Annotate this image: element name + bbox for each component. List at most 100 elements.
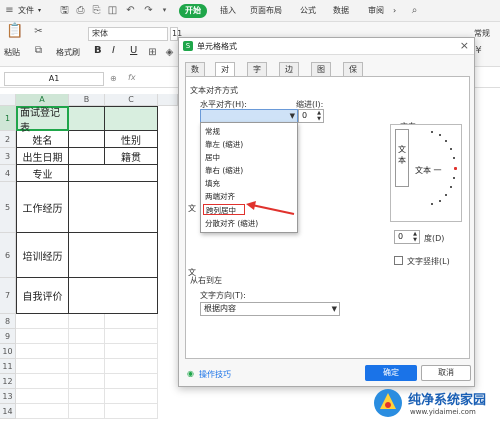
empty-cell[interactable] xyxy=(105,404,158,419)
empty-cell[interactable] xyxy=(16,374,69,389)
tips-icon[interactable]: ◉ xyxy=(187,369,194,378)
row-header-10[interactable]: 10 xyxy=(0,344,16,359)
cell-b6[interactable] xyxy=(69,233,158,278)
empty-cell[interactable] xyxy=(105,344,158,359)
option-left-indent[interactable]: 靠左 (缩进) xyxy=(203,139,295,150)
empty-cell[interactable] xyxy=(16,344,69,359)
tab-number[interactable]: 数字 xyxy=(185,62,205,87)
row-header-7[interactable]: 7 xyxy=(0,278,16,314)
text-direction-select[interactable]: 根据内容 ▼ xyxy=(200,302,340,316)
cell-b1[interactable] xyxy=(69,106,105,131)
row-header-12[interactable]: 12 xyxy=(0,374,16,389)
empty-cell[interactable] xyxy=(105,314,158,329)
bold-button[interactable]: B xyxy=(94,45,102,56)
orientation-dot[interactable] xyxy=(445,194,447,196)
empty-cell[interactable] xyxy=(69,374,105,389)
chevron-down-icon[interactable]: ▼ xyxy=(290,110,295,122)
empty-cell[interactable] xyxy=(16,314,69,329)
degree-stepper[interactable]: 0 ▲ ▼ xyxy=(394,230,420,244)
paste-icon[interactable]: 📋 xyxy=(6,24,23,38)
empty-cell[interactable] xyxy=(69,329,105,344)
empty-cell[interactable] xyxy=(69,404,105,419)
cell-b4[interactable] xyxy=(69,165,158,182)
tab-border[interactable]: 边框 xyxy=(279,62,299,87)
redo-icon[interactable]: ↷ xyxy=(142,4,155,17)
tab-font[interactable]: 字体 xyxy=(247,62,267,87)
copy-icon[interactable]: ⧉ xyxy=(32,44,45,57)
preview-icon[interactable]: ◫ xyxy=(106,4,119,17)
stepper-arrows-icon[interactable]: ▲ ▼ xyxy=(317,110,321,122)
print-icon[interactable]: ⎘ xyxy=(90,4,103,17)
empty-cell[interactable] xyxy=(69,389,105,404)
qat-dropdown-icon[interactable]: ▾ xyxy=(158,4,171,17)
border-icon[interactable]: ⊞ xyxy=(146,46,159,59)
cell-a4-major-label[interactable]: 专业 xyxy=(16,165,69,182)
orientation-dot[interactable] xyxy=(450,186,452,188)
cell-a5-work-label[interactable]: 工作经历 xyxy=(16,182,69,233)
empty-cell[interactable] xyxy=(105,389,158,404)
undo-icon[interactable]: ↶ xyxy=(124,4,137,17)
tab-review[interactable]: 审阅 xyxy=(368,4,384,18)
tab-page-layout[interactable]: 页面布局 xyxy=(250,4,282,18)
orientation-dot[interactable] xyxy=(453,157,455,159)
orientation-dot[interactable] xyxy=(445,140,447,142)
col-header-c[interactable]: C xyxy=(105,94,158,106)
tab-alignment[interactable]: 对齐 xyxy=(215,62,235,87)
row-header-9[interactable]: 9 xyxy=(0,329,16,344)
indent-stepper[interactable]: 0 ▲ ▼ xyxy=(298,109,324,123)
fill-color-icon[interactable]: ◈ xyxy=(163,46,176,59)
empty-cell[interactable] xyxy=(105,359,158,374)
orientation-widget[interactable]: 文本 文本 一 xyxy=(390,124,462,222)
empty-cell[interactable] xyxy=(16,404,69,419)
font-name-box[interactable]: 宋体 xyxy=(88,27,168,41)
vertical-text-button[interactable]: 文本 xyxy=(395,129,409,187)
row-header-11[interactable]: 11 xyxy=(0,359,16,374)
row-header-6[interactable]: 6 xyxy=(0,233,16,278)
format-painter-label[interactable]: 格式刷 xyxy=(56,47,80,58)
cell-b3[interactable] xyxy=(69,148,105,165)
zoom-icon[interactable]: ⊕ xyxy=(110,74,117,83)
ok-button[interactable]: 确定 xyxy=(365,365,417,381)
cancel-button[interactable]: 取消 xyxy=(421,365,471,381)
option-fill[interactable]: 填充 xyxy=(203,178,295,189)
style-label[interactable]: 常规 xyxy=(474,28,490,39)
option-center[interactable]: 居中 xyxy=(203,152,295,163)
cell-a2-name-label[interactable]: 姓名 xyxy=(16,131,69,148)
more-tabs-arrow[interactable]: › xyxy=(393,4,396,18)
font-size-box[interactable]: 11 xyxy=(170,27,182,41)
empty-cell[interactable] xyxy=(69,359,105,374)
italic-button[interactable]: I xyxy=(112,45,115,56)
orientation-selected-dot[interactable] xyxy=(454,167,457,170)
option-distributed-indent[interactable]: 分散对齐 (缩进) xyxy=(203,218,295,229)
cell-a1-title[interactable]: 面试登记表 xyxy=(16,106,69,134)
row-header-13[interactable]: 13 xyxy=(0,389,16,404)
save-icon[interactable]: 🖫 xyxy=(58,4,71,17)
orientation-dot[interactable] xyxy=(439,134,441,136)
option-right-indent[interactable]: 靠右 (缩进) xyxy=(203,165,295,176)
tab-start[interactable]: 开始 xyxy=(179,4,207,18)
empty-cell[interactable] xyxy=(16,329,69,344)
tips-link[interactable]: 操作技巧 xyxy=(199,369,231,380)
orientation-dot[interactable] xyxy=(431,131,433,133)
cut-icon[interactable]: ✂ xyxy=(32,25,45,38)
cell-c1[interactable] xyxy=(105,106,158,131)
cell-a7-self-eval-label[interactable]: 自我评价 xyxy=(16,278,69,314)
cell-b5[interactable] xyxy=(69,182,158,233)
name-box[interactable]: A1 xyxy=(4,72,104,86)
tab-data[interactable]: 数据 xyxy=(333,4,349,18)
search-icon[interactable]: ⌕ xyxy=(408,4,421,17)
empty-cell[interactable] xyxy=(69,344,105,359)
tab-pattern[interactable]: 图案 xyxy=(311,62,331,87)
vertical-text-checkbox[interactable] xyxy=(394,256,403,265)
option-center-across-selection[interactable]: 跨列居中 xyxy=(203,204,245,215)
stepper-arrows-icon[interactable]: ▲ ▼ xyxy=(413,231,417,243)
paste-label[interactable]: 粘贴 xyxy=(4,47,20,58)
empty-cell[interactable] xyxy=(105,374,158,389)
cell-a6-training-label[interactable]: 培训经历 xyxy=(16,233,69,278)
menu-icon[interactable]: ≡ xyxy=(3,4,16,17)
fx-icon[interactable]: fx xyxy=(128,73,136,82)
orientation-dot[interactable] xyxy=(453,177,455,179)
orientation-dot[interactable] xyxy=(431,203,433,205)
corner-select-all[interactable] xyxy=(0,94,16,106)
cell-c3-hometown-label[interactable]: 籍贯 xyxy=(105,148,158,165)
